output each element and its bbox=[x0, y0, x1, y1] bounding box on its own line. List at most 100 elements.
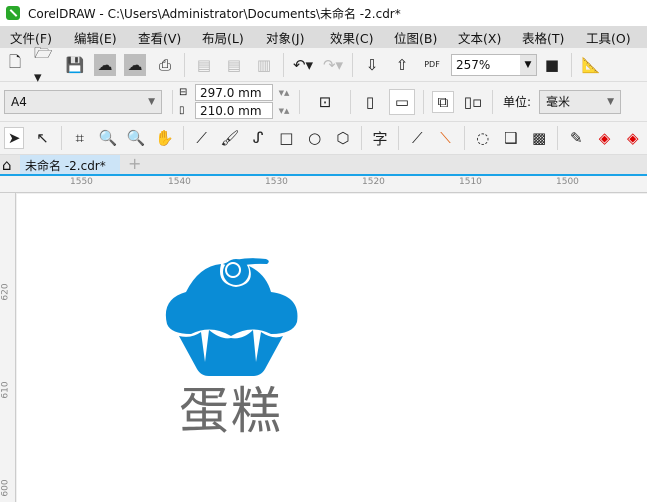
separator bbox=[350, 89, 351, 114]
menu-layout[interactable]: 布局(L) bbox=[192, 28, 256, 47]
zoom-level-value: 257% bbox=[456, 57, 491, 72]
menu-view[interactable]: 查看(V) bbox=[128, 28, 192, 47]
menu-object[interactable]: 对象(J) bbox=[256, 28, 320, 47]
export-pdf-icon[interactable]: PDF bbox=[421, 54, 443, 76]
cupcake-icon[interactable] bbox=[161, 254, 301, 379]
menu-text[interactable]: 文本(X) bbox=[448, 28, 512, 47]
ruler-label: 1530 bbox=[265, 177, 288, 187]
width-spinner[interactable]: ▼▲ bbox=[273, 107, 295, 115]
redo-icon[interactable]: ↷▾ bbox=[322, 54, 344, 76]
text-tool-icon[interactable]: 字 bbox=[370, 127, 390, 149]
chevron-down-icon: ▼ bbox=[607, 96, 615, 107]
page-height-input[interactable]: 297.0 mm bbox=[195, 84, 273, 101]
drawing-canvas[interactable]: 蛋糕 bbox=[17, 194, 647, 502]
cloud-download-icon[interactable]: ☁ bbox=[94, 53, 116, 76]
rectangle-tool-icon[interactable]: □ bbox=[276, 127, 296, 149]
separator bbox=[182, 126, 184, 150]
menu-bitmap[interactable]: 位图(B) bbox=[384, 28, 448, 47]
document-tab-label: 未命名 -2.cdr* bbox=[25, 159, 106, 173]
shape-tool-icon[interactable]: ↖ bbox=[32, 127, 52, 149]
separator bbox=[398, 126, 400, 150]
polygon-tool-icon[interactable]: ⬡ bbox=[333, 127, 353, 149]
separator bbox=[172, 89, 173, 114]
cloud-upload-icon[interactable]: ☁ bbox=[124, 53, 146, 76]
export-icon[interactable]: ⇧ bbox=[391, 54, 413, 76]
page-height-icon: ⊟ bbox=[179, 87, 188, 98]
menu-effects[interactable]: 效果(C) bbox=[320, 28, 384, 47]
horizontal-ruler[interactable]: 1550 1540 1530 1520 1510 1500 bbox=[0, 176, 647, 193]
height-spinner[interactable]: ▼▲ bbox=[273, 89, 295, 97]
standard-toolbar: 🗋 🗁▾ 💾 ☁ ☁ ⎙ ▤ ▤ ▥ ↶▾ ↷▾ ⇩ ⇧ PDF 257% ▼ … bbox=[0, 44, 647, 86]
connector-tool-icon[interactable]: ⟍ bbox=[435, 127, 455, 149]
separator bbox=[463, 126, 465, 150]
all-pages-icon[interactable]: ⧉ bbox=[432, 90, 454, 113]
menu-tools[interactable]: 工具(O) bbox=[576, 28, 640, 47]
zoom-tool-icon[interactable]: 🔍 bbox=[98, 127, 118, 149]
pick-tool-icon[interactable]: ➤ bbox=[4, 127, 25, 149]
landscape-icon[interactable]: ▭ bbox=[389, 88, 415, 115]
unit-select[interactable]: 毫米 ▼ bbox=[539, 89, 622, 114]
interactive-fill-icon[interactable]: ◈ bbox=[594, 127, 614, 149]
window-title: CorelDRAW - C:\Users\Administrator\Docum… bbox=[28, 6, 401, 21]
add-tab-button[interactable]: + bbox=[128, 154, 141, 173]
portrait-icon[interactable]: ▯ bbox=[359, 91, 381, 113]
menu-bar: 文件(F) 编辑(E) 查看(V) 布局(L) 对象(J) 效果(C) 位图(B… bbox=[0, 26, 647, 48]
new-document-icon[interactable]: 🗋 bbox=[4, 53, 26, 76]
print-icon[interactable]: ⎙ bbox=[154, 54, 176, 76]
ruler-label: 1540 bbox=[168, 177, 191, 187]
artistic-media-icon[interactable]: 🖌 bbox=[220, 127, 240, 149]
separator bbox=[557, 126, 559, 150]
ellipse-tool-icon[interactable]: ○ bbox=[305, 127, 325, 149]
unit-value: 毫米 bbox=[546, 95, 571, 109]
document-tab-bar: ⌂ 未命名 -2.cdr* + bbox=[0, 154, 647, 176]
page-origin-icon[interactable]: ⊡ bbox=[314, 91, 336, 113]
dimension-tool-icon[interactable]: ⟋ bbox=[407, 127, 427, 149]
vertical-ruler[interactable]: 620 610 600 bbox=[0, 193, 16, 502]
coreldraw-logo-icon bbox=[6, 6, 20, 20]
separator bbox=[352, 52, 353, 77]
cut-icon[interactable]: ▤ bbox=[193, 54, 215, 76]
separator bbox=[60, 126, 62, 150]
separator bbox=[492, 89, 493, 114]
transparency-icon[interactable]: ▩ bbox=[529, 127, 549, 149]
zoom-level-select[interactable]: 257% ▼ bbox=[451, 53, 537, 76]
open-folder-icon[interactable]: 🗁▾ bbox=[34, 44, 56, 86]
menu-edit[interactable]: 编辑(E) bbox=[64, 28, 128, 47]
separator bbox=[571, 52, 572, 77]
drop-shadow-icon[interactable]: ❑ bbox=[501, 127, 521, 149]
page-width-input[interactable]: 210.0 mm bbox=[195, 102, 273, 119]
import-icon[interactable]: ⇩ bbox=[361, 54, 383, 76]
separator bbox=[283, 52, 284, 77]
pan-tool-icon[interactable]: ✋ bbox=[154, 127, 174, 149]
ruler-label: 1510 bbox=[459, 177, 482, 187]
save-icon[interactable]: 💾 bbox=[64, 54, 86, 76]
unit-label: 单位: bbox=[503, 95, 532, 109]
cake-text[interactable]: 蛋糕 bbox=[179, 386, 283, 436]
chevron-down-icon: ▼ bbox=[148, 96, 155, 107]
page-size-select[interactable]: A4 ▼ bbox=[4, 89, 162, 114]
ruler-label: 1520 bbox=[362, 177, 385, 187]
paste-icon[interactable]: ▥ bbox=[253, 54, 275, 76]
crop-tool-icon[interactable]: ⌗ bbox=[70, 127, 90, 149]
full-screen-icon[interactable]: ■ bbox=[541, 54, 563, 76]
blend-tool-icon[interactable]: ◌ bbox=[473, 127, 493, 149]
bleed-icon[interactable]: ▯▫ bbox=[462, 91, 484, 113]
title-bar: CorelDRAW - C:\Users\Administrator\Docum… bbox=[0, 0, 647, 26]
chevron-down-icon[interactable]: ▼ bbox=[520, 54, 536, 75]
ruler-label: 620 bbox=[0, 283, 11, 301]
ruler-label: 1500 bbox=[556, 177, 579, 187]
undo-icon[interactable]: ↶▾ bbox=[292, 54, 314, 76]
menu-table[interactable]: 表格(T) bbox=[512, 28, 576, 47]
eyedropper-icon[interactable]: ✎ bbox=[566, 127, 586, 149]
options-icon[interactable]: 📐 bbox=[580, 54, 602, 76]
copy-icon[interactable]: ▤ bbox=[223, 54, 245, 76]
zoom-out-tool-icon[interactable]: 🔍 bbox=[126, 127, 146, 149]
smart-fill-icon[interactable]: ◈ bbox=[623, 127, 643, 149]
freehand-tool-icon[interactable]: ⟋ bbox=[192, 127, 212, 149]
document-tab[interactable]: 未命名 -2.cdr* bbox=[20, 155, 120, 174]
page-height-value: 297.0 mm bbox=[200, 85, 262, 100]
ruler-label: 600 bbox=[0, 479, 11, 497]
home-icon[interactable]: ⌂ bbox=[2, 156, 12, 174]
spiral-tool-icon[interactable]: ᔑ bbox=[248, 127, 268, 149]
page-width-value: 210.0 mm bbox=[200, 103, 262, 118]
